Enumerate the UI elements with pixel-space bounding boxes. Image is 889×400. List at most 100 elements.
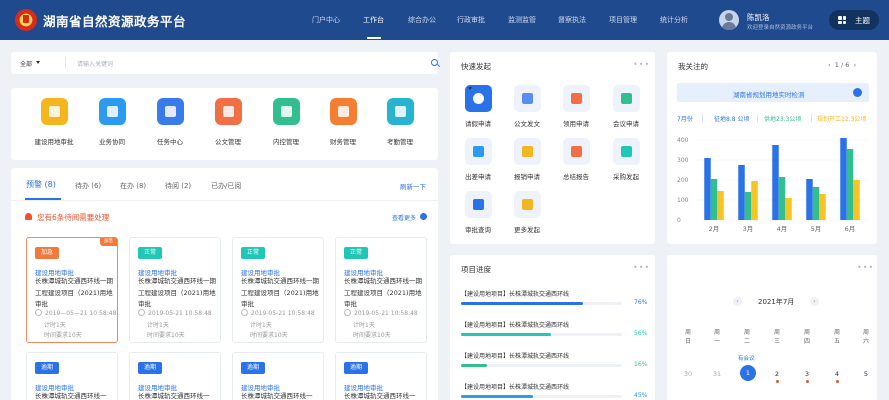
more-options-icon[interactable]: ••• [857,264,874,272]
bar[interactable] [785,198,792,220]
calendar-day[interactable]: 30 [680,370,696,378]
chevron-left-icon[interactable]: ‹ [828,61,831,69]
task-card[interactable]: 正常 建设用地审批 长株潭城轨交通西环线一期工程建设项目（2021)用地审批 2… [335,237,427,343]
app-collaboration[interactable]: 业务协同 [86,98,138,146]
quick-requisition[interactable]: 领用申请 [550,85,602,128]
calendar-day[interactable]: 4 [829,370,845,383]
search-icon[interactable] [431,59,438,66]
app-launcher: 建设用地审批 业务协同 任务中心 公文管理 内控管理 财务管理 考勤管理 [11,88,438,160]
task-date: 2019—05—21 10:58:48 [35,309,116,317]
quick-report[interactable]: 总结报告 [550,138,602,181]
more-options-icon[interactable]: ••• [633,61,650,69]
calendar-day[interactable]: 2 [769,370,785,383]
clock-icon [464,85,492,112]
app-task-center[interactable]: 任务中心 [144,98,196,146]
quick-approval-query[interactable]: 审批查询 [452,191,504,234]
tab-to-read[interactable]: 待阅 (2) [165,181,191,191]
nav-enforcement[interactable]: 督察执法 [558,15,586,25]
quick-meeting[interactable]: 会议申请 [600,85,652,128]
tab-todo[interactable]: 待办 (6) [75,181,101,191]
app-land-approval[interactable]: 建设用地审批 [28,98,80,146]
calendar-day[interactable]: 5 [858,370,874,378]
nav-monitoring[interactable]: 监测监管 [508,15,536,25]
task-card[interactable]: 逾期 建设用地审批 长株潭城轨交通西环线一 [335,352,427,400]
nav-office[interactable]: 综合办公 [408,15,436,25]
bar[interactable] [806,179,813,220]
tab-in-progress[interactable]: 在办 (8) [120,181,146,191]
more-options-icon[interactable]: ••• [633,264,650,272]
task-desc: 长株潭城轨交通西环线一期工程建设项目（2021)用地审批 [344,277,422,308]
app-attendance[interactable]: 考勤管理 [374,98,426,146]
nav-statistics[interactable]: 统计分析 [660,15,688,25]
task-card[interactable]: 正常 建设用地审批 长株潭城轨交通西环线一期工程建设项目（2021)用地审批 2… [232,237,324,343]
tab-done[interactable]: 已办/已阅 [211,181,241,191]
book-open-icon [386,98,414,125]
app-label: 财务管理 [330,138,356,146]
quick-business-trip[interactable]: 出差申请 [452,138,504,181]
theme-button[interactable]: 主题 [829,10,879,30]
task-desc: 长株潭城轨交通西环线一 [35,392,107,400]
bar[interactable] [812,187,820,220]
bar[interactable] [840,138,847,220]
quick-purchase[interactable]: 采购发起 [600,138,652,181]
progress-item[interactable]: 【建设用地项目】长株潭城轨交通西环线 76% [461,289,647,306]
bar[interactable] [738,165,745,220]
bar[interactable] [717,191,724,220]
view-more-link[interactable]: 查看更多 [392,213,416,222]
quick-more[interactable]: 更多发起 [501,191,553,234]
calculator-icon [272,98,300,125]
task-card[interactable]: 逾期 建设用地审批 长株潭城轨交通西环线一 [232,352,324,400]
user-name[interactable]: 陈凯洛 [747,12,770,23]
calendar-day[interactable]: 31 [709,370,725,378]
bar[interactable] [778,177,786,220]
bar[interactable] [704,158,711,220]
task-card[interactable]: 加急 加急 建设用地审批 长株潭城轨交通西环线一期工程建设项目（2021)用地审… [26,237,118,343]
nav-workbench[interactable]: 工作台 [363,15,384,39]
calendar-day-today[interactable]: 1 [740,365,756,381]
status-badge: 逾期 [344,362,369,374]
arrow-right-icon[interactable] [853,88,862,97]
task-desc: 长株潭城轨交通西环线一期工程建设项目（2021)用地审批 [241,277,319,308]
tab-warning[interactable]: 预警 (8) [26,179,56,190]
progress-item[interactable]: 【建设用地项目】长株潭城轨交通西环线 16% [461,351,647,368]
search-scope-select[interactable]: 全部 [20,59,41,68]
app-document[interactable]: 公文管理 [202,98,254,146]
quick-dispatch[interactable]: 公文发文 [501,85,553,128]
search-input[interactable]: 请输入关键词 [77,59,113,68]
task-desc: 长株潭城轨交通西环线一 [344,392,416,400]
quick-leave[interactable]: 请假申请 [452,85,504,128]
task-card[interactable]: 逾期 建设用地审批 长株潭城轨交通西环线一 [26,352,118,400]
nav-portal[interactable]: 门户中心 [312,15,340,25]
next-month-button[interactable]: › [810,297,819,306]
prev-month-button[interactable]: ‹ [733,297,742,306]
bar[interactable] [853,180,860,220]
task-card[interactable]: 逾期 建设用地审批 长株潭城轨交通西环线一 [129,352,221,400]
task-date: 2019-05-21 10:58:48 [344,309,418,317]
calendar-panel: ••• ‹ 2021年7月 › 周日 周一 周二 周三 周四 周五 周六 有会议… [667,255,877,400]
progress-item[interactable]: 【建设用地项目】长株潭城轨交通西环线 56% [461,320,647,337]
bar[interactable] [772,145,779,220]
app-label: 业务协同 [99,138,125,146]
bar[interactable] [751,181,758,220]
refresh-link[interactable]: 刷新一下 [400,181,426,191]
bar[interactable] [819,194,826,220]
progress-item[interactable]: 【建设用地项目】长株潭城轨交通西环线 45% [461,382,647,399]
user-avatar[interactable] [719,10,739,30]
bar[interactable] [846,149,854,220]
calendar-day[interactable]: 3 [799,370,815,383]
nav-approval[interactable]: 行政审批 [457,15,485,25]
app-finance[interactable]: 财务管理 [317,98,369,146]
quick-reimburse[interactable]: 报销申请 [501,138,553,181]
task-card[interactable]: 正常 建设用地审批 长株潭城轨交通西环线一期工程建设项目（2021)用地审批 2… [129,237,221,343]
chevron-right-icon[interactable]: › [853,61,856,69]
nav-projects[interactable]: 项目管理 [609,15,637,25]
stat-planned: 规划开工12.3公顷 [817,116,867,123]
bar[interactable] [710,179,718,220]
app-internal-control[interactable]: 内控管理 [260,98,312,146]
arrow-right-icon[interactable] [420,213,427,220]
bar[interactable] [744,192,752,220]
progress-track [461,395,622,398]
divider [757,114,758,122]
stamp-icon [464,191,492,218]
project-banner[interactable]: 湖南省规划用地实时检测 [677,83,869,102]
